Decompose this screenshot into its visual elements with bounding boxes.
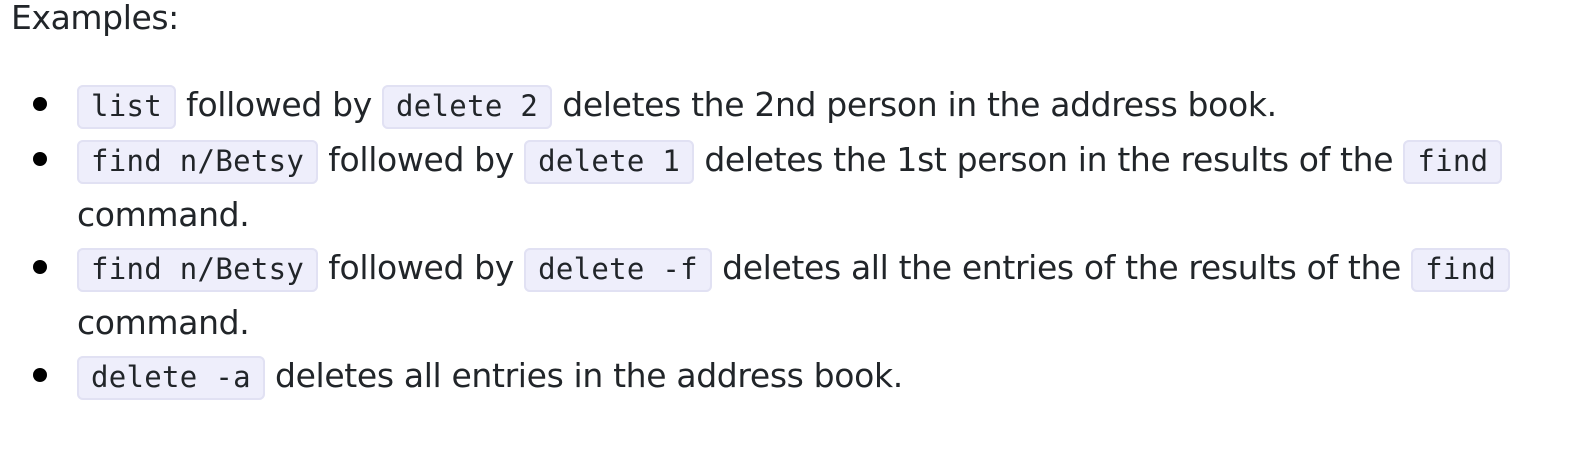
examples-list: list followed by delete 2 deletes the 2n…	[0, 78, 1586, 404]
bullet-icon	[33, 260, 47, 274]
command-code: find n/Betsy	[77, 248, 319, 292]
command-code: list	[77, 85, 177, 129]
example-text: followed by	[176, 85, 383, 124]
example-text: deletes all entries in the address book.	[264, 356, 903, 395]
example-text: deletes all the entries of the results o…	[711, 248, 1412, 287]
command-code: find n/Betsy	[77, 140, 319, 184]
command-code: delete -f	[524, 248, 712, 292]
command-code: find	[1403, 140, 1503, 184]
example-text: followed by	[318, 248, 525, 287]
example-item: find n/Betsy followed by delete -f delet…	[0, 241, 1586, 349]
command-code: delete 1	[524, 140, 695, 184]
bullet-icon	[33, 152, 47, 166]
example-text: followed by	[318, 140, 525, 179]
command-code: delete -a	[77, 356, 265, 400]
example-item: list followed by delete 2 deletes the 2n…	[0, 78, 1586, 133]
example-text: deletes the 2nd person in the address bo…	[552, 85, 1277, 124]
example-item: find n/Betsy followed by delete 1 delete…	[0, 133, 1586, 241]
example-text: command.	[77, 303, 250, 342]
bullet-icon	[33, 368, 47, 382]
example-item: delete -a deletes all entries in the add…	[0, 349, 1586, 404]
example-text: deletes the 1st person in the results of…	[694, 140, 1404, 179]
examples-heading: Examples:	[11, 0, 179, 37]
example-text: command.	[77, 195, 250, 234]
command-code: delete 2	[382, 85, 553, 129]
bullet-icon	[33, 97, 47, 111]
command-code: find	[1411, 248, 1511, 292]
